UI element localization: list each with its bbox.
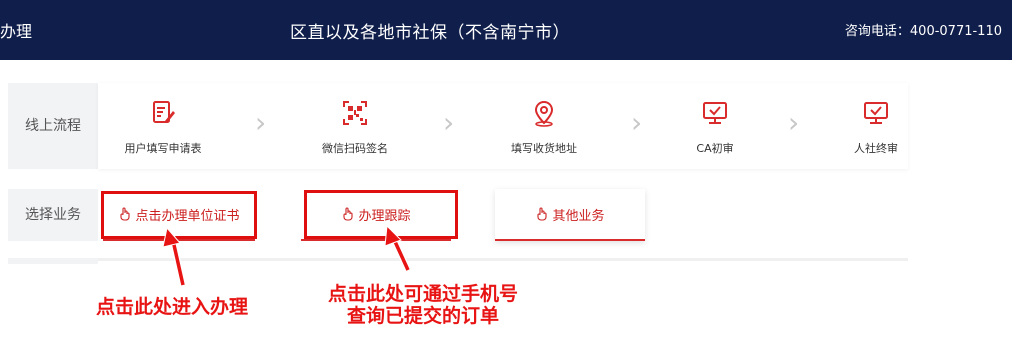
annotation-note-line: 查询已提交的订单: [346, 305, 499, 327]
annotation-note-track: 点击此处可通过手机号 查询已提交的订单: [318, 283, 528, 327]
annotation-note-line: 点击此处可通过手机号: [327, 283, 518, 305]
annotation-arrow: [162, 226, 186, 286]
annotation-note-enter: 点击此处进入办理: [96, 296, 249, 318]
annotation-arrow: [384, 224, 411, 272]
